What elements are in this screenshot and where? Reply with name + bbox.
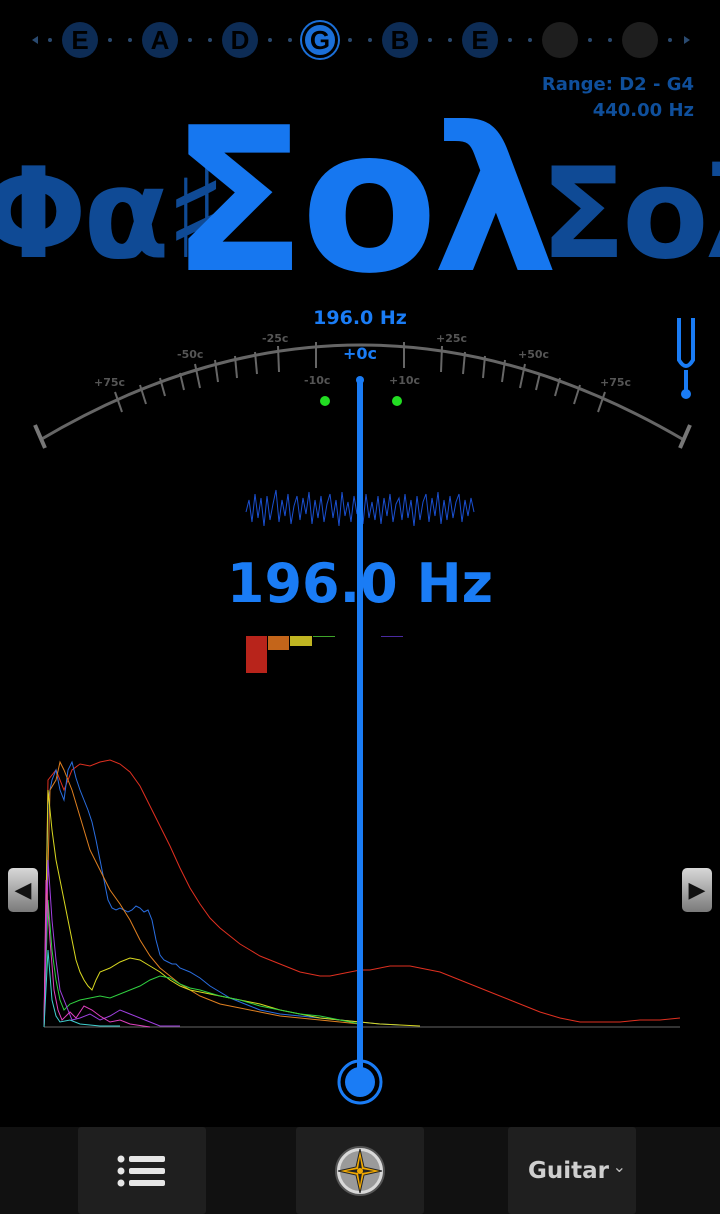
meter-end-right — [678, 424, 692, 449]
scale-label-minus10: -10c — [304, 374, 330, 387]
cents-readout: +0c — [342, 344, 378, 363]
scale-label-minus75: +75c — [94, 376, 125, 389]
meter-frequency: 196.0 Hz — [313, 307, 407, 329]
harmonic-bar-1 — [246, 636, 267, 673]
menu-button[interactable] — [78, 1127, 206, 1214]
menu-list-icon — [117, 1155, 165, 1186]
harmonic-bars — [246, 636, 403, 673]
harmonic-bar-2 — [268, 636, 289, 650]
needle-pivot — [345, 1067, 375, 1097]
chevron-down-icon: ⌄ — [612, 1157, 626, 1176]
compass-button[interactable] — [296, 1127, 424, 1214]
instrument-label: Guitar — [528, 1157, 609, 1184]
in-tune-indicator-left — [320, 396, 330, 406]
arrow-left-icon: ◀ — [14, 877, 32, 903]
scale-label-plus10: +10c — [389, 374, 420, 387]
instrument-selector[interactable]: Guitar ⌄ — [508, 1127, 636, 1214]
bottom-toolbar: Guitar ⌄ — [0, 1127, 720, 1214]
scale-label-plus75: +75c — [600, 376, 631, 389]
tuner-needle — [337, 376, 383, 1105]
arrow-right-icon: ▶ — [688, 877, 706, 903]
harmonic-bar-5 — [381, 636, 403, 637]
harmonic-bar-4 — [313, 636, 335, 637]
harmonic-bar-3 — [290, 636, 312, 646]
compass-icon — [335, 1145, 385, 1196]
previous-view-button[interactable]: ◀ — [8, 868, 38, 912]
detected-frequency: 196.0 Hz — [226, 552, 494, 615]
in-tune-indicator-right — [392, 396, 402, 406]
next-view-button[interactable]: ▶ — [682, 868, 712, 912]
